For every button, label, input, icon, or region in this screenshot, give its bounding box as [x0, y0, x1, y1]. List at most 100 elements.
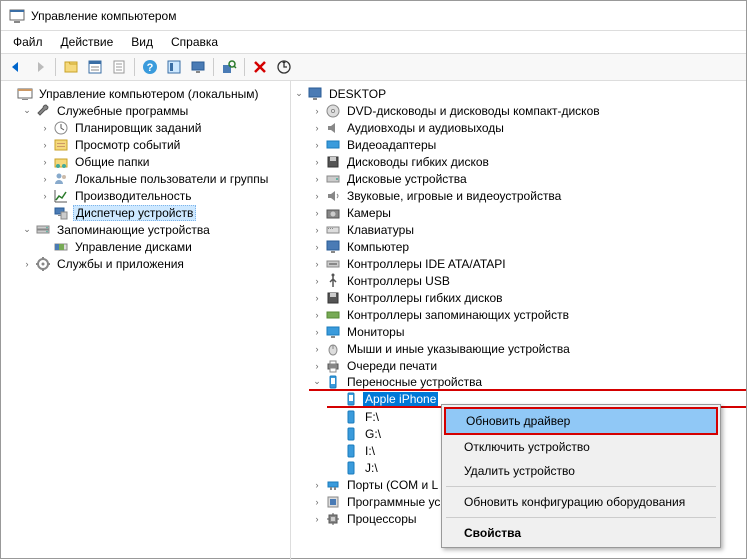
- help-button[interactable]: ?: [139, 56, 161, 78]
- expand-icon[interactable]: ›: [311, 292, 323, 304]
- camera-icon: [325, 205, 341, 221]
- menu-view[interactable]: Вид: [123, 33, 161, 51]
- cm-properties[interactable]: Свойства: [444, 521, 718, 545]
- menu-file[interactable]: Файл: [5, 33, 51, 51]
- tree-shared-folders[interactable]: ›Общие папки: [37, 153, 290, 170]
- toolbar-icon-2[interactable]: [187, 56, 209, 78]
- expand-icon[interactable]: ›: [311, 360, 323, 372]
- tree-label: Дисковые устройства: [345, 172, 469, 186]
- tree-label: Видеоадаптеры: [345, 138, 438, 152]
- collapse-icon[interactable]: ⌄: [21, 224, 33, 236]
- drive-icon: [343, 460, 359, 476]
- tree-device-manager[interactable]: Диспетчер устройств: [37, 204, 290, 221]
- tree-system-tools[interactable]: ⌄ Служебные программы: [19, 102, 290, 119]
- monitor-icon: [325, 324, 341, 340]
- collapse-icon[interactable]: ⌄: [293, 88, 305, 100]
- device-floppy[interactable]: › Дисководы гибких дисков: [309, 153, 746, 170]
- tree-root-computer-mgmt[interactable]: Управление компьютером (локальным): [1, 85, 290, 102]
- toolbar-icon-1[interactable]: [163, 56, 185, 78]
- expand-icon[interactable]: ›: [311, 224, 323, 236]
- device-print-queues[interactable]: ›Очереди печати: [309, 357, 746, 374]
- properties-button[interactable]: [84, 56, 106, 78]
- expand-icon[interactable]: ›: [311, 207, 323, 219]
- uninstall-button[interactable]: [249, 56, 271, 78]
- desktop-icon: [307, 86, 323, 102]
- expand-icon[interactable]: ›: [311, 258, 323, 270]
- collapse-icon[interactable]: [3, 88, 15, 100]
- menu-help[interactable]: Справка: [163, 33, 226, 51]
- tree-performance[interactable]: › Производительность: [37, 187, 290, 204]
- tree-disk-mgmt[interactable]: Управление дисками: [37, 238, 290, 255]
- device-usb[interactable]: ›Контроллеры USB: [309, 272, 746, 289]
- expand-icon[interactable]: ›: [311, 122, 323, 134]
- app-icon: [9, 8, 25, 24]
- expand-icon[interactable]: ›: [311, 309, 323, 321]
- expand-icon[interactable]: ›: [39, 122, 51, 134]
- tree-label: Аудиовходы и аудиовыходы: [345, 121, 506, 135]
- expand-icon[interactable]: ›: [311, 156, 323, 168]
- expand-icon[interactable]: ›: [311, 139, 323, 151]
- tree-event-viewer[interactable]: ›Просмотр событий: [37, 136, 290, 153]
- expand-icon[interactable]: ›: [39, 139, 51, 151]
- expand-icon[interactable]: ›: [311, 479, 323, 491]
- tree-label: Дисководы гибких дисков: [345, 155, 491, 169]
- expand-icon[interactable]: ›: [39, 173, 51, 185]
- device-portable[interactable]: ⌄Переносные устройства: [309, 374, 746, 391]
- device-floppy-ctrl[interactable]: ›Контроллеры гибких дисков: [309, 289, 746, 306]
- expand-icon[interactable]: ›: [311, 496, 323, 508]
- expand-icon[interactable]: ›: [39, 190, 51, 202]
- tree-services-apps[interactable]: ›Службы и приложения: [19, 255, 290, 272]
- cm-scan-hardware[interactable]: Обновить конфигурацию оборудования: [444, 490, 718, 514]
- expand-icon[interactable]: ›: [311, 513, 323, 525]
- back-button[interactable]: [5, 56, 27, 78]
- toolbar-separator: [55, 58, 56, 76]
- cm-label: Свойства: [464, 526, 521, 540]
- computer-mgmt-icon: [17, 86, 33, 102]
- device-storage-ctrl[interactable]: ›Контроллеры запоминающих устройств: [309, 306, 746, 323]
- collapse-icon[interactable]: ⌄: [311, 376, 323, 388]
- device-video[interactable]: › Видеоадаптеры: [309, 136, 746, 153]
- device-ide[interactable]: ›Контроллеры IDE ATA/ATAPI: [309, 255, 746, 272]
- ports-icon: [325, 477, 341, 493]
- collapse-icon[interactable]: ⌄: [21, 105, 33, 117]
- device-computer[interactable]: ›Компьютер: [309, 238, 746, 255]
- no-expand: [329, 411, 341, 423]
- device-sound[interactable]: ›Звуковые, игровые и видеоустройства: [309, 187, 746, 204]
- update-driver-button[interactable]: [273, 56, 295, 78]
- expand-icon[interactable]: ›: [311, 326, 323, 338]
- forward-button[interactable]: [29, 56, 51, 78]
- scan-hardware-button[interactable]: [218, 56, 240, 78]
- toolbar-separator: [134, 58, 135, 76]
- tree-storage[interactable]: ⌄ Запоминающие устройства: [19, 221, 290, 238]
- export-list-button[interactable]: [108, 56, 130, 78]
- tree-task-scheduler[interactable]: ›Планировщик заданий: [37, 119, 290, 136]
- expand-icon[interactable]: ›: [311, 190, 323, 202]
- device-monitors[interactable]: ›Мониторы: [309, 323, 746, 340]
- expand-icon[interactable]: ›: [311, 343, 323, 355]
- expand-icon[interactable]: ›: [311, 105, 323, 117]
- tree-label: DVD-дисководы и дисководы компакт-дисков: [345, 104, 602, 118]
- menu-action[interactable]: Действие: [53, 33, 122, 51]
- cm-disable-device[interactable]: Отключить устройство: [444, 435, 718, 459]
- device-keyboards[interactable]: ›Клавиатуры: [309, 221, 746, 238]
- portable-device-icon: [325, 374, 341, 390]
- device-dvd[interactable]: › DVD-дисководы и дисководы компакт-диско…: [309, 102, 746, 119]
- right-tree-pane: ⌄DESKTOP › DVD-дисководы и дисководы комп…: [291, 81, 746, 560]
- expand-icon[interactable]: ›: [311, 173, 323, 185]
- cm-update-driver[interactable]: Обновить драйвер: [444, 407, 718, 435]
- clock-icon: [53, 120, 69, 136]
- device-mice[interactable]: ›Мыши и иные указывающие устройства: [309, 340, 746, 357]
- cm-uninstall-device[interactable]: Удалить устройство: [444, 459, 718, 483]
- device-audio[interactable]: › Аудиовходы и аудиовыходы: [309, 119, 746, 136]
- expand-icon[interactable]: ›: [21, 258, 33, 270]
- perf-icon: [53, 188, 69, 204]
- device-cameras[interactable]: ›Камеры: [309, 204, 746, 221]
- expand-icon[interactable]: ›: [39, 156, 51, 168]
- expand-icon[interactable]: ›: [311, 241, 323, 253]
- show-hide-tree-button[interactable]: [60, 56, 82, 78]
- device-root[interactable]: ⌄DESKTOP: [291, 85, 746, 102]
- tree-label: Производительность: [73, 189, 193, 203]
- device-disks[interactable]: › Дисковые устройства: [309, 170, 746, 187]
- expand-icon[interactable]: ›: [311, 275, 323, 287]
- tree-local-users[interactable]: ›Локальные пользователи и группы: [37, 170, 290, 187]
